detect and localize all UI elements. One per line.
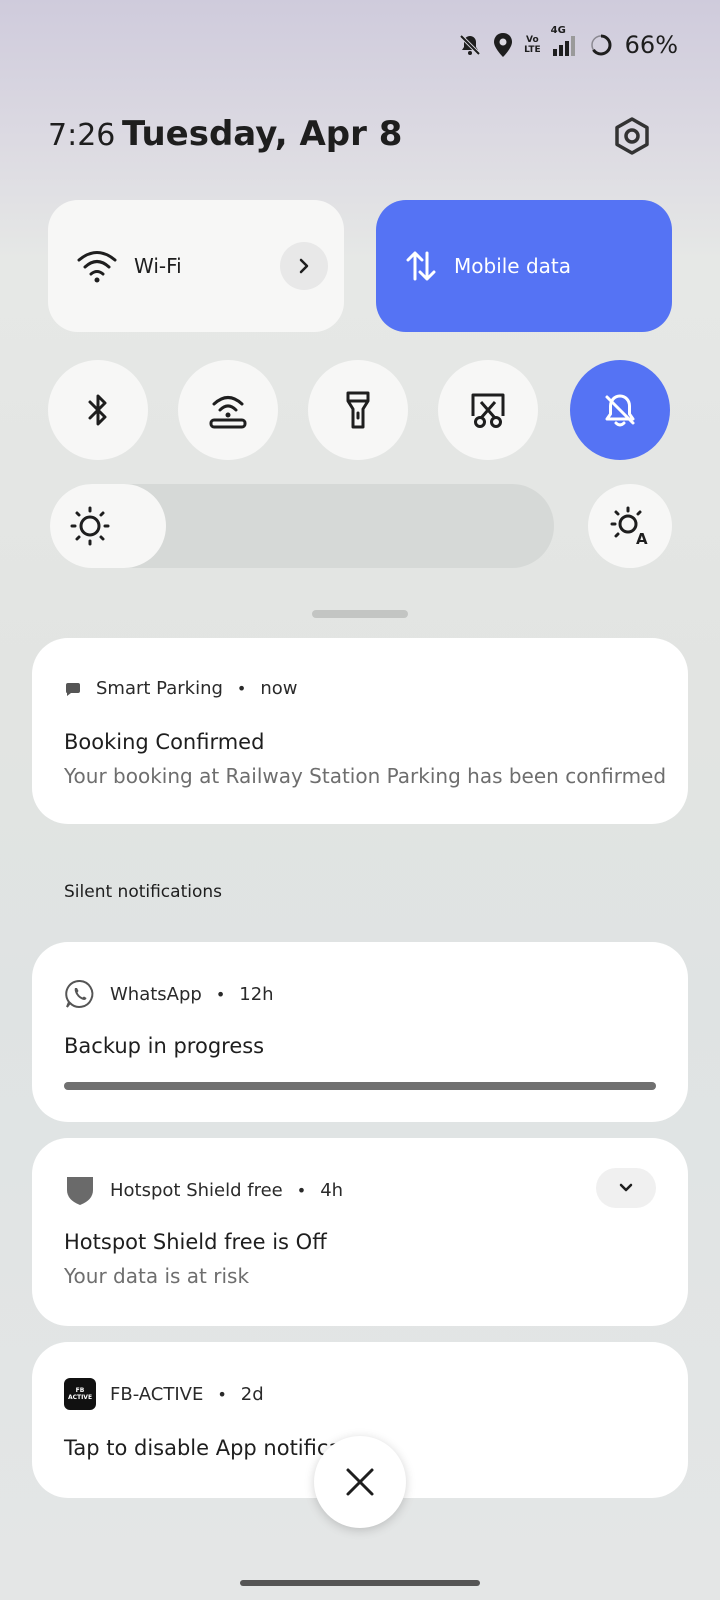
data-arrows-icon bbox=[404, 249, 438, 283]
notification-whatsapp[interactable]: WhatsApp • 12h Backup in progress bbox=[32, 942, 688, 1122]
svg-text:A: A bbox=[636, 530, 648, 546]
silent-toggle[interactable] bbox=[570, 360, 670, 460]
separator-dot: • bbox=[296, 1180, 307, 1200]
signal-icon: 4G bbox=[551, 25, 579, 57]
notification-title: Backup in progress bbox=[64, 1034, 265, 1058]
panel-drag-handle[interactable] bbox=[312, 610, 408, 618]
notification-title: Hotspot Shield free is Off bbox=[64, 1230, 327, 1254]
brightness-icon bbox=[70, 506, 110, 546]
expand-button[interactable] bbox=[596, 1168, 656, 1208]
location-pin-icon bbox=[492, 32, 514, 58]
mobile-data-tile[interactable]: Mobile data bbox=[376, 200, 672, 332]
settings-icon bbox=[612, 116, 652, 156]
notification-app-name: FB-ACTIVE bbox=[110, 1383, 204, 1405]
bell-off-icon bbox=[458, 33, 482, 57]
bluetooth-icon bbox=[83, 391, 113, 429]
screenshot-toggle[interactable] bbox=[438, 360, 538, 460]
notification-hotspot-shield[interactable]: Hotspot Shield free • 4h Hotspot Shield … bbox=[32, 1138, 688, 1326]
separator-dot: • bbox=[217, 1384, 227, 1404]
volte-icon: Vo LTE bbox=[524, 35, 541, 55]
notification-title: Tap to disable App notificati bbox=[64, 1436, 356, 1460]
notification-time: 12h bbox=[239, 983, 274, 1005]
network-type: 4G bbox=[550, 25, 566, 36]
fb-active-app-icon: FB ACTIVE bbox=[64, 1378, 96, 1410]
volte-line1: Vo bbox=[526, 35, 539, 45]
close-icon bbox=[345, 1467, 375, 1497]
chat-app-icon bbox=[64, 680, 82, 698]
battery-ring-icon bbox=[589, 33, 613, 57]
notification-title: Booking Confirmed bbox=[64, 730, 265, 754]
chevron-right-icon bbox=[296, 258, 312, 274]
flashlight-icon bbox=[343, 389, 373, 431]
notification-time: now bbox=[260, 678, 298, 699]
gesture-nav-bar[interactable] bbox=[240, 1580, 480, 1586]
notification-smart-parking[interactable]: Smart Parking • now Booking Confirmed Yo… bbox=[32, 638, 688, 824]
notification-app-name: WhatsApp bbox=[110, 983, 202, 1005]
chevron-down-icon bbox=[618, 1182, 634, 1194]
auto-brightness-button[interactable]: A bbox=[588, 484, 672, 568]
notification-text: Your booking at Railway Station Parking … bbox=[64, 764, 667, 788]
backup-progress-fill bbox=[64, 1082, 656, 1090]
flashlight-toggle[interactable] bbox=[308, 360, 408, 460]
notification-app-name: Hotspot Shield free bbox=[110, 1179, 283, 1201]
auto-brightness-icon: A bbox=[610, 506, 650, 546]
wifi-details-button[interactable] bbox=[280, 242, 328, 290]
bell-off-icon bbox=[601, 391, 639, 429]
clock: 7:26 bbox=[48, 118, 116, 153]
notification-time: 2d bbox=[240, 1383, 264, 1405]
clear-all-button[interactable] bbox=[314, 1436, 406, 1528]
separator-dot: • bbox=[236, 679, 247, 698]
hotspot-icon bbox=[206, 390, 250, 430]
wifi-tile[interactable]: Wi-Fi bbox=[48, 200, 344, 332]
brightness-slider-fill[interactable] bbox=[50, 484, 166, 568]
bluetooth-toggle[interactable] bbox=[48, 360, 148, 460]
notification-app-name: Smart Parking bbox=[96, 678, 223, 699]
backup-progress-bar bbox=[64, 1082, 656, 1090]
date: Tuesday, Apr 8 bbox=[122, 114, 403, 154]
notification-time: 4h bbox=[320, 1179, 344, 1201]
separator-dot: • bbox=[215, 984, 226, 1004]
wifi-label: Wi-Fi bbox=[134, 254, 182, 278]
settings-button[interactable] bbox=[612, 116, 652, 156]
wifi-icon bbox=[76, 249, 118, 283]
fb-active-icon-text: FB ACTIVE bbox=[67, 1387, 93, 1401]
silent-notifications-label: Silent notifications bbox=[64, 882, 222, 902]
battery-percent: 66% bbox=[624, 31, 678, 59]
hotspot-toggle[interactable] bbox=[178, 360, 278, 460]
shield-icon bbox=[64, 1174, 96, 1206]
mobile-data-label: Mobile data bbox=[454, 254, 572, 278]
volte-line2: LTE bbox=[524, 45, 541, 55]
status-bar: Vo LTE 4G 66% bbox=[458, 25, 678, 60]
screenshot-scissors-icon bbox=[468, 390, 508, 430]
notification-text: Your data is at risk bbox=[64, 1264, 250, 1288]
whatsapp-icon bbox=[64, 978, 96, 1010]
